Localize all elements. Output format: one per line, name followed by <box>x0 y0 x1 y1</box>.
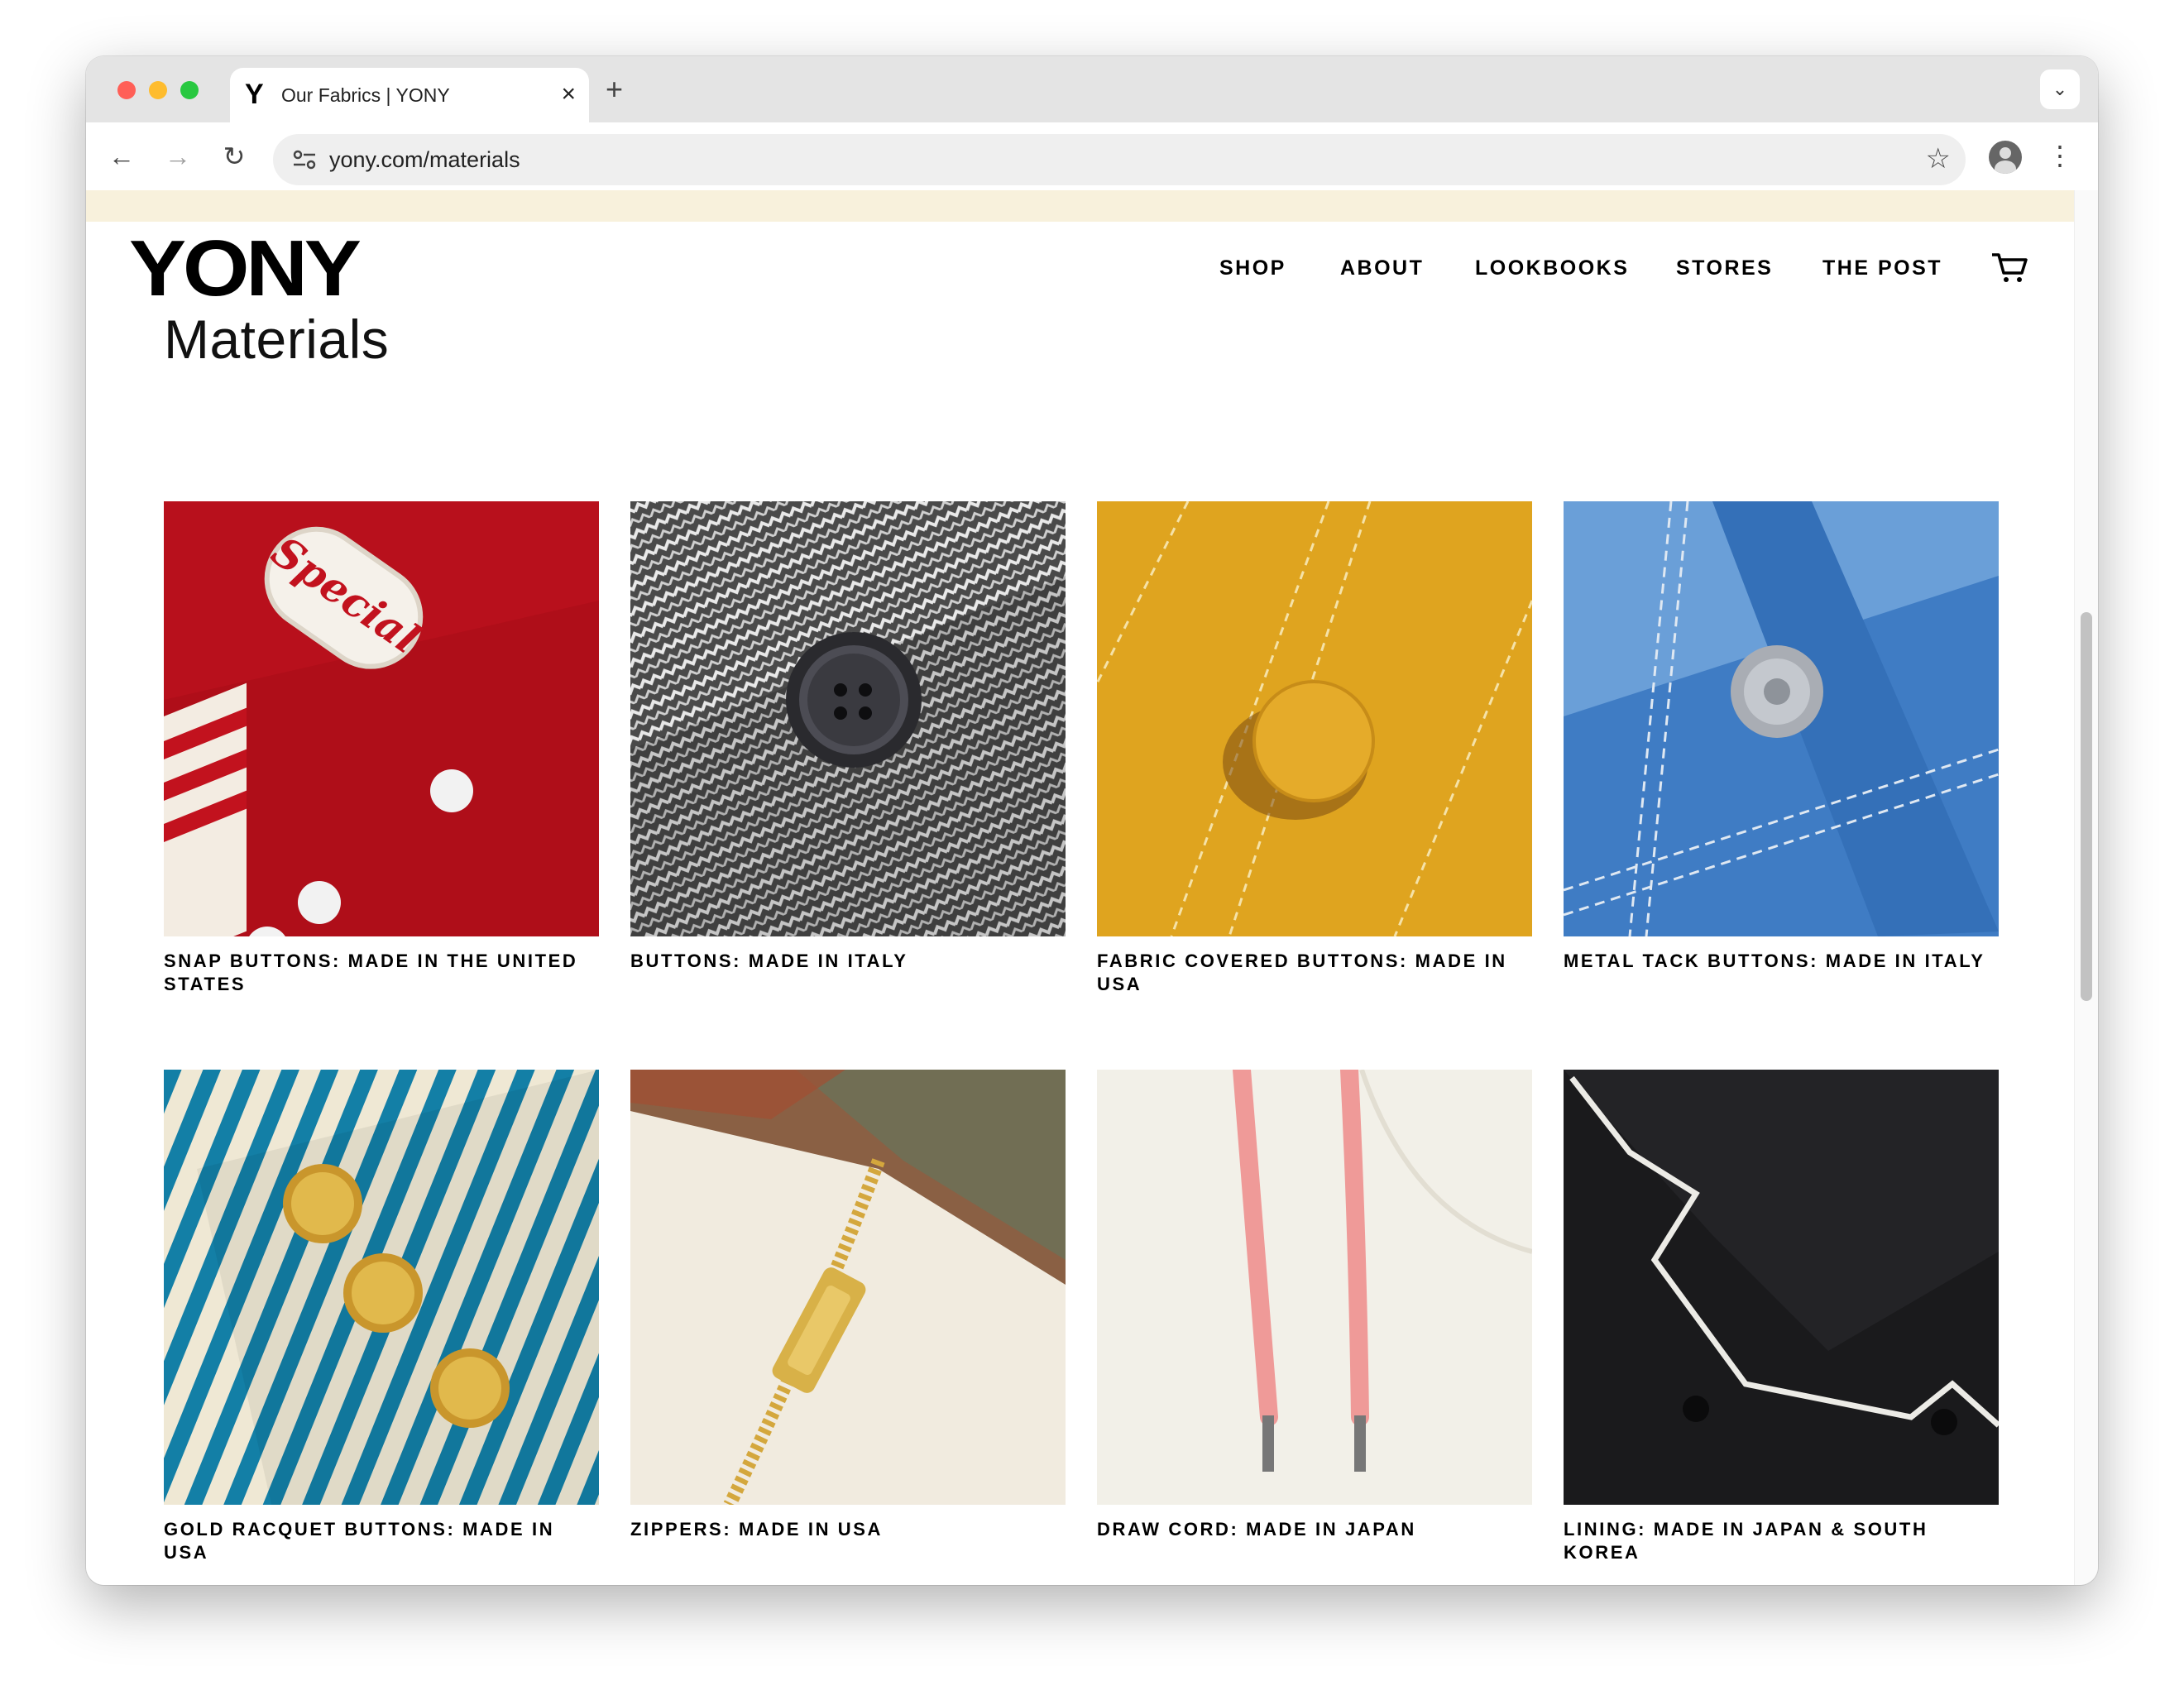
address-bar[interactable]: yony.com/materials ☆ <box>273 134 1966 185</box>
site-info-icon[interactable] <box>291 147 318 172</box>
close-window-button[interactable] <box>117 81 136 99</box>
material-image[interactable] <box>1564 501 1999 936</box>
browser-toolbar: ← → ↻ yony.com/materials ☆ ⋮ <box>86 122 2098 191</box>
nav-shop[interactable]: SHOP <box>1219 256 1286 280</box>
material-image[interactable]: Special <box>164 501 599 936</box>
bookmark-star-icon[interactable]: ☆ <box>1926 142 1951 175</box>
browser-tab[interactable]: Y Our Fabrics | YONY × <box>230 68 589 122</box>
material-image[interactable] <box>630 501 1066 936</box>
reload-icon[interactable]: ↻ <box>217 139 251 174</box>
material-image[interactable] <box>1097 501 1532 936</box>
material-caption: SNAP BUTTONS: MADE IN THE UNITED STATES <box>164 951 578 994</box>
profile-icon[interactable] <box>1989 141 2022 174</box>
browser-window: Y Our Fabrics | YONY × + ⌄ ← → ↻ yony.co… <box>86 56 2098 1585</box>
announcement-bar <box>86 190 2075 222</box>
forward-icon[interactable]: → <box>160 139 195 174</box>
scrollbar-thumb[interactable] <box>2081 612 2092 1001</box>
tab-title: Our Fabrics | YONY <box>281 84 450 106</box>
material-caption: METAL TACK BUTTONS: MADE IN ITALY <box>1564 951 1985 971</box>
menu-kebab-icon[interactable]: ⋮ <box>2047 137 2073 174</box>
web-page: YONY SHOP ABOUT LOOKBOOKS STORES THE POS… <box>86 190 2075 1585</box>
url-text: yony.com/materials <box>329 147 520 172</box>
back-icon[interactable]: ← <box>104 139 139 174</box>
minimize-window-button[interactable] <box>149 81 167 99</box>
material-caption: DRAW CORD: MADE IN JAPAN <box>1097 1519 1416 1540</box>
favicon-icon: Y <box>245 79 264 110</box>
nav-lookbooks[interactable]: LOOKBOOKS <box>1475 256 1629 280</box>
maximize-window-button[interactable] <box>180 81 199 99</box>
material-caption: ZIPPERS: MADE IN USA <box>630 1519 884 1540</box>
tab-list-icon[interactable]: ⌄ <box>2040 69 2080 109</box>
tab-strip: Y Our Fabrics | YONY × + ⌄ <box>86 56 2098 122</box>
material-image[interactable] <box>1564 1070 1999 1505</box>
nav-stores[interactable]: STORES <box>1676 256 1773 280</box>
material-caption: BUTTONS: MADE IN ITALY <box>630 951 908 971</box>
scrollbar[interactable] <box>2074 190 2098 1585</box>
material-caption: GOLD RACQUET BUTTONS: MADE IN USA <box>164 1519 555 1563</box>
new-tab-icon[interactable]: + <box>606 73 623 106</box>
material-caption: FABRIC COVERED BUTTONS: MADE IN USA <box>1097 951 1507 994</box>
tab-close-icon[interactable]: × <box>561 79 576 109</box>
material-image[interactable] <box>630 1070 1066 1505</box>
nav-the-post[interactable]: THE POST <box>1822 256 1942 280</box>
page-title: Materials <box>164 309 390 370</box>
cart-icon[interactable] <box>1990 251 2028 285</box>
material-image[interactable] <box>164 1070 599 1505</box>
nav-about[interactable]: ABOUT <box>1340 256 1424 280</box>
material-image[interactable] <box>1097 1070 1532 1505</box>
material-caption: LINING: MADE IN JAPAN & SOUTH KOREA <box>1564 1519 1928 1563</box>
site-logo[interactable]: YONY <box>129 223 362 314</box>
